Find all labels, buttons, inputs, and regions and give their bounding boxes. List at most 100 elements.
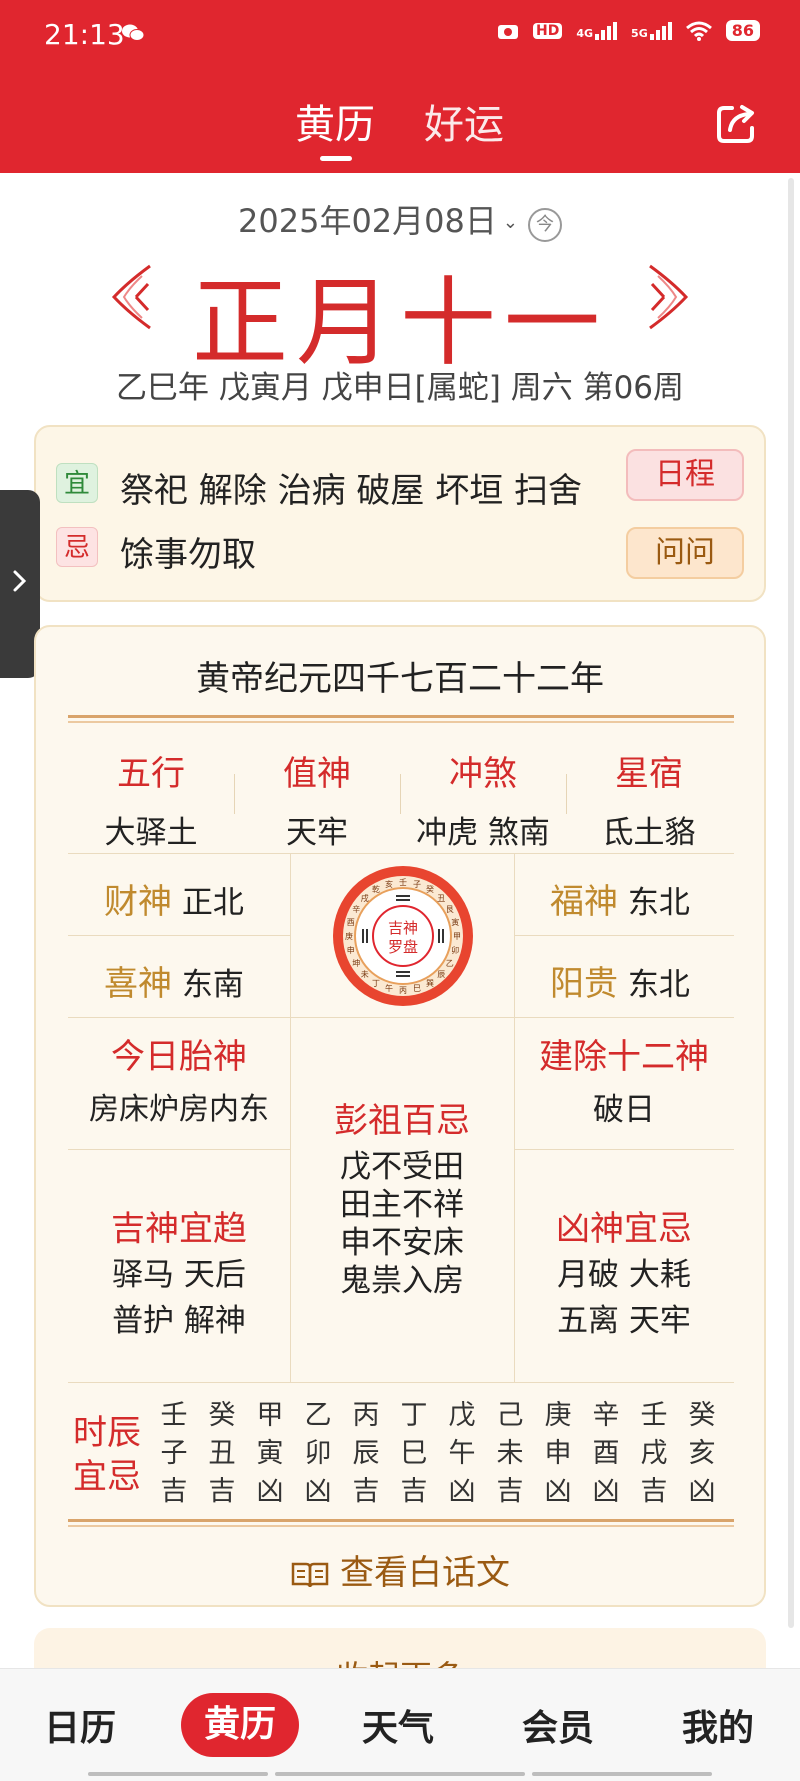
nav-weather[interactable]: 天气 <box>362 1699 434 1751</box>
home-indicator <box>532 1772 712 1776</box>
nav-member[interactable]: 会员 <box>522 1699 594 1751</box>
hour-branch: 申 <box>544 1438 572 1469</box>
bottom-nav: 日历 黄历 天气 会员 我的 <box>0 1668 800 1781</box>
hour-branch: 辰 <box>352 1438 380 1469</box>
battery-indicator: 86 <box>725 20 760 41</box>
hour-column: 辛酉凶 <box>582 1397 630 1511</box>
home-indicator <box>88 1772 268 1776</box>
taishen-cell: 今日胎神 房床炉房内东 <box>68 1029 290 1128</box>
divider <box>68 1017 734 1018</box>
status-icons: HD 4G 5G 86 <box>497 20 760 41</box>
network-5g-label: 5G <box>631 26 648 40</box>
taishen-title: 今日胎神 <box>111 1037 247 1077</box>
date-selector[interactable]: 2025年02月08日 ⌄ 今 <box>0 196 800 242</box>
xishen-title: 喜神 <box>104 964 172 1004</box>
compass-ring-char: 癸 <box>426 884 434 894</box>
hour-column: 甲寅凶 <box>246 1397 294 1511</box>
caishen-title: 财神 <box>104 882 172 922</box>
hour-luck: 吉 <box>352 1476 380 1507</box>
divider <box>68 853 734 854</box>
chevron-down-icon[interactable]: ⌄ <box>503 212 518 233</box>
compass-ring-char: 戌 <box>361 893 369 903</box>
compass-ring-char: 辰 <box>437 970 445 979</box>
zhishen-title: 值神 <box>283 754 351 794</box>
xishen-cell: 喜神 东南 <box>104 956 244 1005</box>
home-indicator <box>275 1772 525 1776</box>
compass-ring-char: 巳 <box>413 984 421 993</box>
hour-stem: 壬 <box>640 1400 668 1431</box>
hour-stem: 辛 <box>592 1400 620 1431</box>
chevron-right-icon[interactable] <box>10 566 30 596</box>
xishen-value: 东南 <box>181 967 244 1003</box>
xingxiu-value: 氐土貉 <box>602 815 696 851</box>
xiongshen-cell: 凶神宜忌 月破 大耗 五离 天牢 <box>514 1201 734 1344</box>
hour-stem: 戊 <box>448 1400 476 1431</box>
tab-huangli[interactable]: 黄历 <box>295 92 375 150</box>
hour-branch: 寅 <box>256 1438 284 1469</box>
share-icon[interactable] <box>714 102 758 146</box>
hour-branch: 酉 <box>592 1438 620 1469</box>
zhishen-cell: 值神 天牢 <box>234 732 400 852</box>
hour-luck: 凶 <box>592 1476 620 1507</box>
pengzu-line: 田主不祥 <box>340 1187 464 1223</box>
fushen-title: 福神 <box>550 882 618 922</box>
solar-date[interactable]: 2025年02月08日 <box>238 202 497 240</box>
yanggui-value: 东北 <box>627 967 690 1003</box>
chongsha-value: 冲虎 煞南 <box>416 815 550 851</box>
compass-ring-char: 坤 <box>352 958 360 968</box>
signal-bars-icon <box>649 21 672 40</box>
hour-column: 丙辰吉 <box>342 1397 390 1511</box>
hour-luck: 凶 <box>256 1476 284 1507</box>
almanac-card: 黄帝纪元四千七百二十二年 五行 大驿土 值神 天牢 冲煞 冲虎 煞南 星宿 氐土… <box>34 625 766 1607</box>
caishen-value: 正北 <box>181 885 244 921</box>
ask-button[interactable]: 问问 <box>626 527 744 579</box>
signal-5g: 5G <box>631 21 672 40</box>
divider <box>68 1519 734 1527</box>
nav-calendar[interactable]: 日历 <box>44 1699 116 1751</box>
compass-ring-char: 丙 <box>399 986 407 995</box>
hour-column: 戊午凶 <box>438 1397 486 1511</box>
baihua-link-label[interactable]: 查看白话文 <box>340 1553 510 1593</box>
compass-ring-char: 申 <box>347 945 355 955</box>
hour-branch: 子 <box>160 1438 188 1469</box>
nav-huangli[interactable]: 黄历 <box>181 1693 299 1757</box>
divider <box>68 715 734 723</box>
ganzhi-line: 乙巳年 戊寅月 戊申日[属蛇] 周六 第06周 <box>115 370 685 406</box>
hour-branch: 卯 <box>304 1438 332 1469</box>
compass-ring-char: 乾 <box>372 884 380 894</box>
compass-ring-char: 亥 <box>385 879 393 889</box>
hour-luck: 吉 <box>640 1476 668 1507</box>
lucky-compass-icon[interactable]: 壬子癸丑艮寅甲卯乙辰巽巳丙午丁未坤申庚酉辛戌乾亥 吉神 罗盘 <box>332 865 474 1007</box>
wuxing-value: 大驿土 <box>104 815 198 851</box>
baihua-link[interactable]: 查看白话文 <box>36 1545 764 1594</box>
hd-badge: HD <box>533 22 563 39</box>
zhishen-value: 天牢 <box>286 815 348 851</box>
top-bar: 21:13 HD 4G 5G 86 黄历 好运 <box>0 0 800 173</box>
schedule-button[interactable]: 日程 <box>626 449 744 501</box>
tab-haoyun[interactable]: 好运 <box>424 92 504 150</box>
jishen-line: 普护 解神 <box>112 1303 246 1339</box>
xingxiu-cell: 星宿 氐土貉 <box>566 732 732 852</box>
hour-luck: 吉 <box>496 1476 524 1507</box>
hour-column: 壬戌吉 <box>630 1397 678 1511</box>
compass-ring-char: 未 <box>361 969 369 979</box>
wifi-icon <box>685 21 712 41</box>
xiongshen-line: 月破 大耗 <box>557 1257 691 1293</box>
divider <box>68 1382 734 1383</box>
hours-table: 时辰 宜忌 壬子吉癸丑吉甲寅凶乙卯凶丙辰吉丁巳吉戊午凶己未吉庚申凶辛酉凶壬戌吉癸… <box>68 1397 734 1517</box>
chongsha-title: 冲煞 <box>449 754 517 794</box>
yanggui-title: 阳贵 <box>550 964 618 1004</box>
compass-ring-char: 子 <box>413 880 421 889</box>
compass-ring-char: 酉 <box>347 918 355 927</box>
pengzu-title: 彭祖百忌 <box>334 1101 470 1141</box>
today-button[interactable]: 今 <box>527 208 562 242</box>
signal-bars-icon <box>595 21 618 40</box>
signal-4g: 4G <box>576 21 618 40</box>
nav-mine[interactable]: 我的 <box>682 1699 754 1751</box>
camera-icon <box>498 24 519 39</box>
book-icon[interactable] <box>290 1560 330 1590</box>
ji-text: 馀事勿取 <box>120 535 256 575</box>
hour-stem: 癸 <box>208 1400 236 1431</box>
era-title: 黄帝纪元四千七百二十二年 <box>196 659 604 699</box>
next-day-arrow-icon[interactable] <box>646 262 690 332</box>
